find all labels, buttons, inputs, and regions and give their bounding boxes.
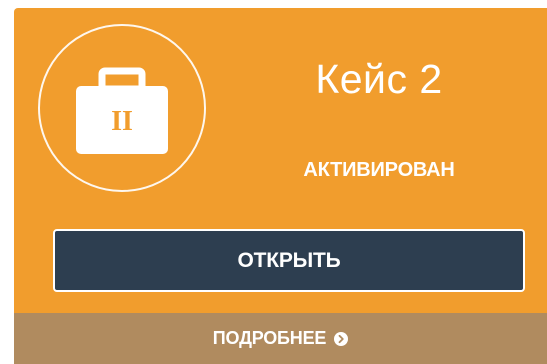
circle-arrow-right-icon [334, 331, 349, 346]
case-card: II Кейс 2 АКТИВИРОВАН ОТКРЫТЬ ПОДРОБНЕЕ [14, 8, 547, 364]
case-icon-circle: II [38, 24, 206, 192]
open-button[interactable]: ОТКРЫТЬ [53, 229, 525, 292]
case-title: Кейс 2 [315, 56, 443, 102]
details-label: ПОДРОБНЕЕ [212, 328, 327, 348]
case-number-mark: II [111, 106, 133, 137]
case-status: АКТИВИРОВАН [303, 159, 455, 181]
details-link[interactable]: ПОДРОБНЕЕ [14, 313, 547, 364]
open-button-label: ОТКРЫТЬ [237, 248, 341, 272]
briefcase-icon: II [76, 67, 168, 154]
